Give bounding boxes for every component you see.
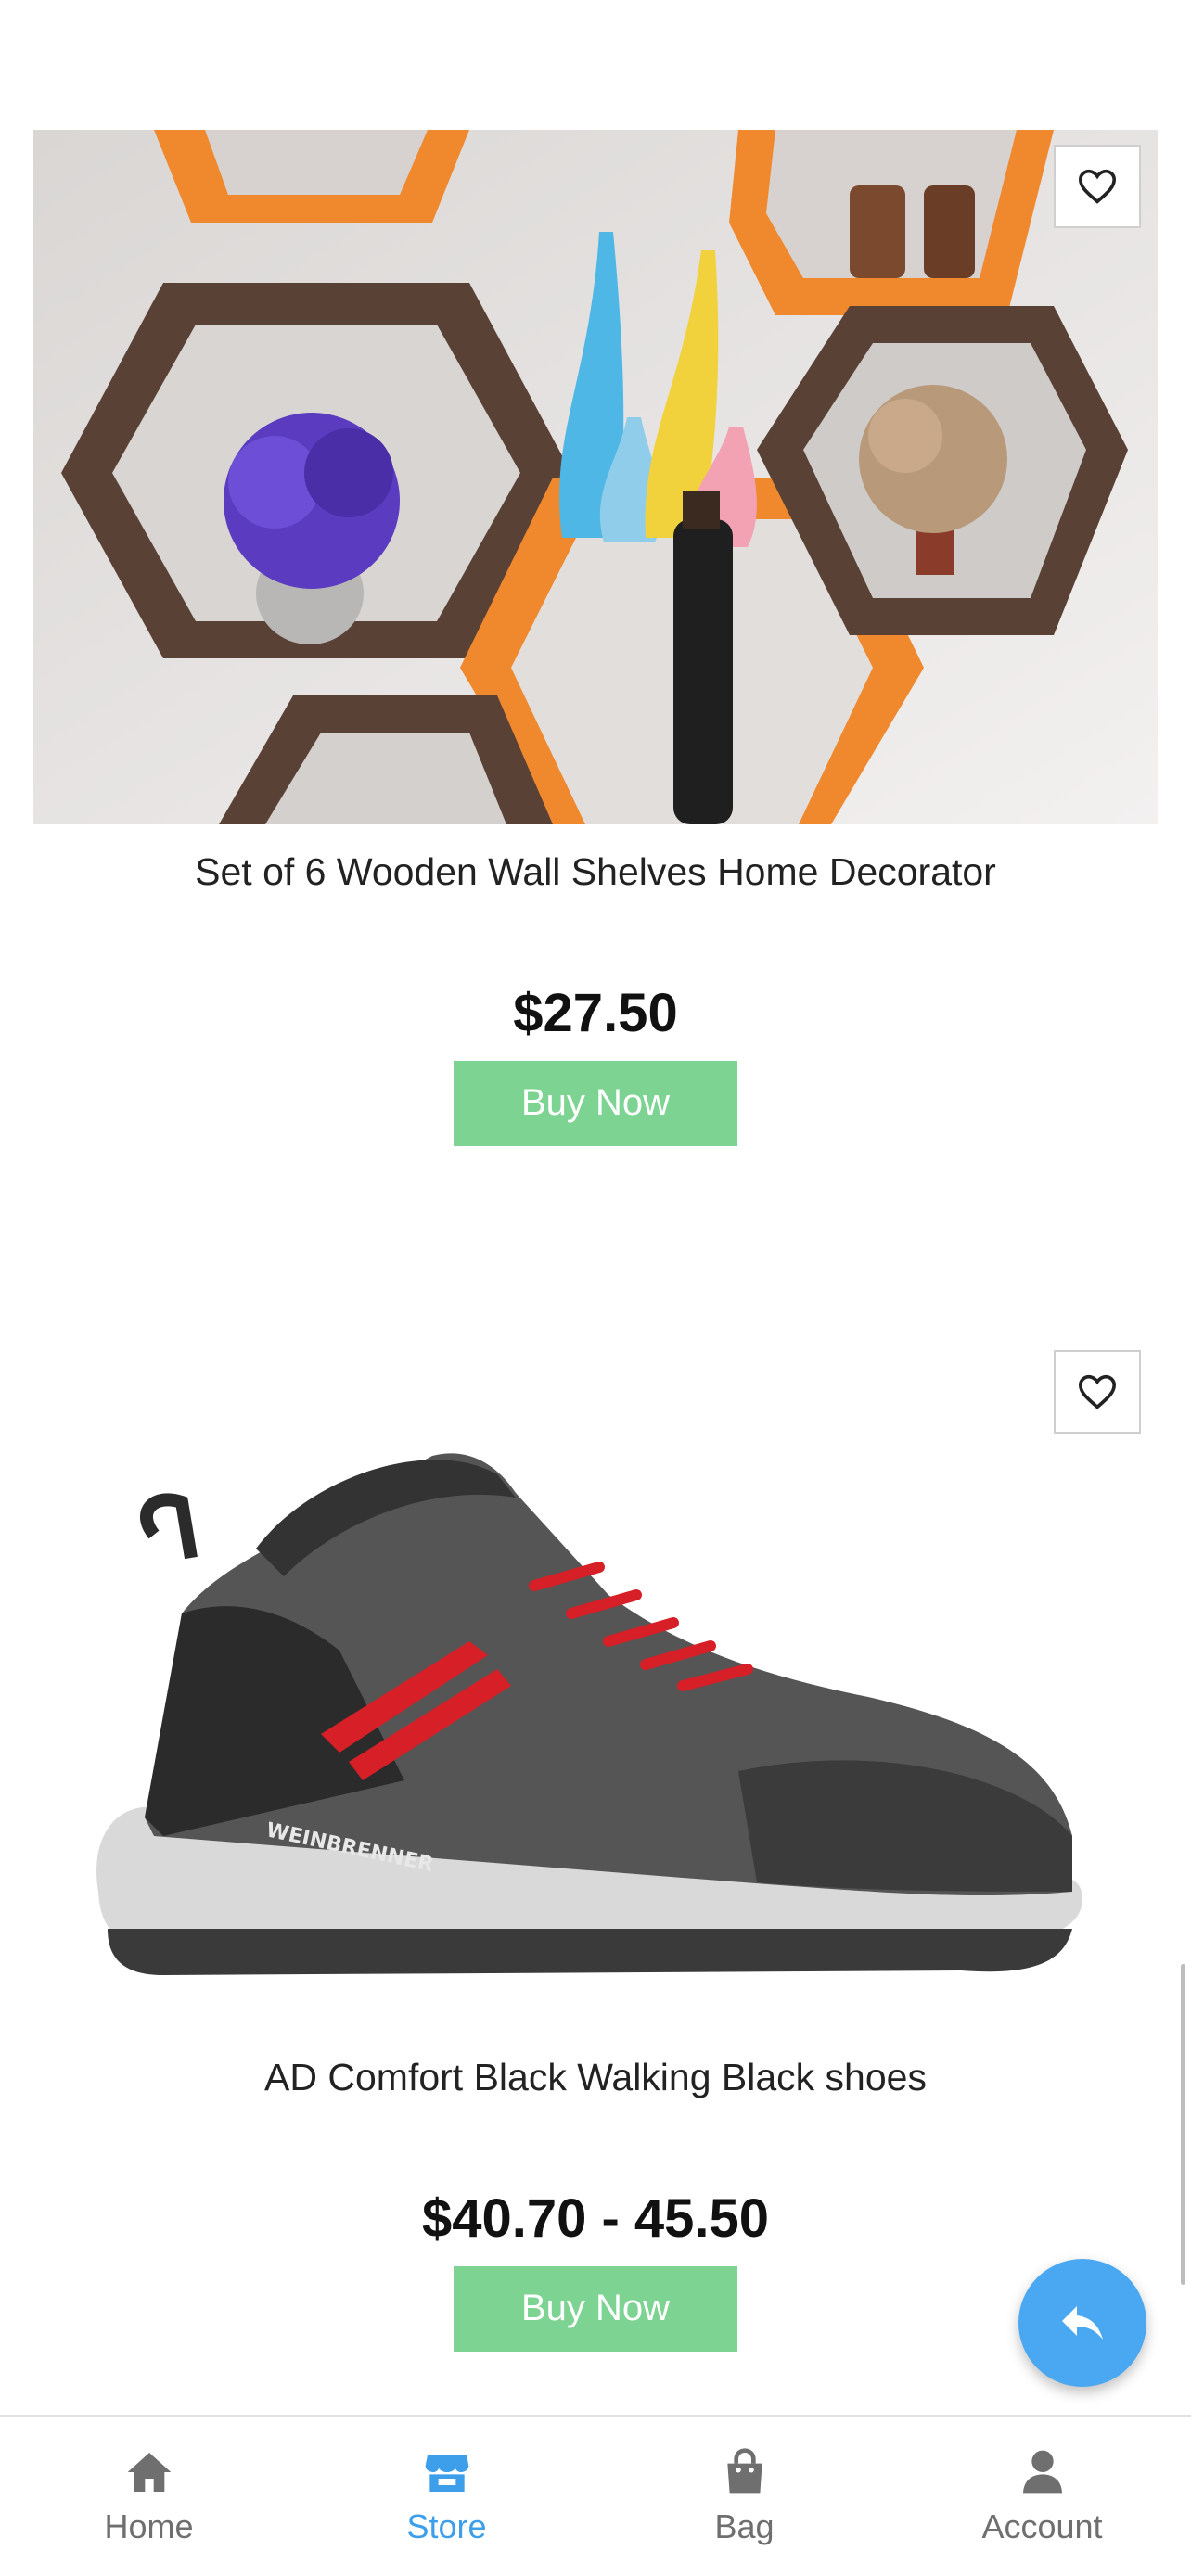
buy-now-button[interactable]: Buy Now	[454, 1060, 737, 1146]
nav-item-store[interactable]: Store	[298, 2417, 596, 2576]
nav-label: Store	[406, 2507, 487, 2545]
bag-icon	[726, 2448, 762, 2494]
product-image[interactable]	[33, 130, 1158, 824]
nav-item-bag[interactable]: Bag	[596, 2417, 893, 2576]
buy-now-button[interactable]: Buy Now	[454, 2265, 737, 2352]
shelves-illustration	[33, 130, 1158, 824]
product-price: $40.70 - 45.50	[421, 2188, 770, 2250]
nav-label: Home	[104, 2507, 194, 2545]
product-title: AD Comfort Black Walking Black shoes	[264, 2056, 927, 2098]
bottom-navigation: Home Store Bag Account	[0, 2415, 1191, 2576]
account-icon	[1022, 2450, 1062, 2494]
product-card: Set of 6 Wooden Wall Shelves Home Decora…	[33, 130, 1158, 1146]
product-image[interactable]: WEINBRENNER	[33, 1335, 1158, 2030]
nav-item-account[interactable]: Account	[893, 2417, 1191, 2576]
heart-icon	[1078, 1374, 1117, 1409]
product-card: WEINBRENNER AD Comfort Black Walking Bla…	[33, 1335, 1158, 2352]
nav-label: Bag	[714, 2507, 775, 2545]
home-icon	[127, 2453, 171, 2492]
wishlist-button[interactable]	[1054, 145, 1141, 228]
shoe-illustration: WEINBRENNER	[96, 1453, 1082, 1975]
wishlist-button[interactable]	[1054, 1350, 1141, 1434]
product-title: Set of 6 Wooden Wall Shelves Home Decora…	[195, 850, 996, 893]
share-fab-button[interactable]	[1018, 2259, 1146, 2387]
reply-arrow-icon	[1062, 2306, 1103, 2340]
store-icon	[425, 2455, 468, 2492]
scrollbar[interactable]	[1181, 1964, 1185, 2285]
nav-item-home[interactable]: Home	[0, 2417, 298, 2576]
nav-label: Account	[981, 2507, 1103, 2545]
product-price: $27.50	[513, 983, 678, 1044]
heart-icon	[1078, 169, 1117, 204]
